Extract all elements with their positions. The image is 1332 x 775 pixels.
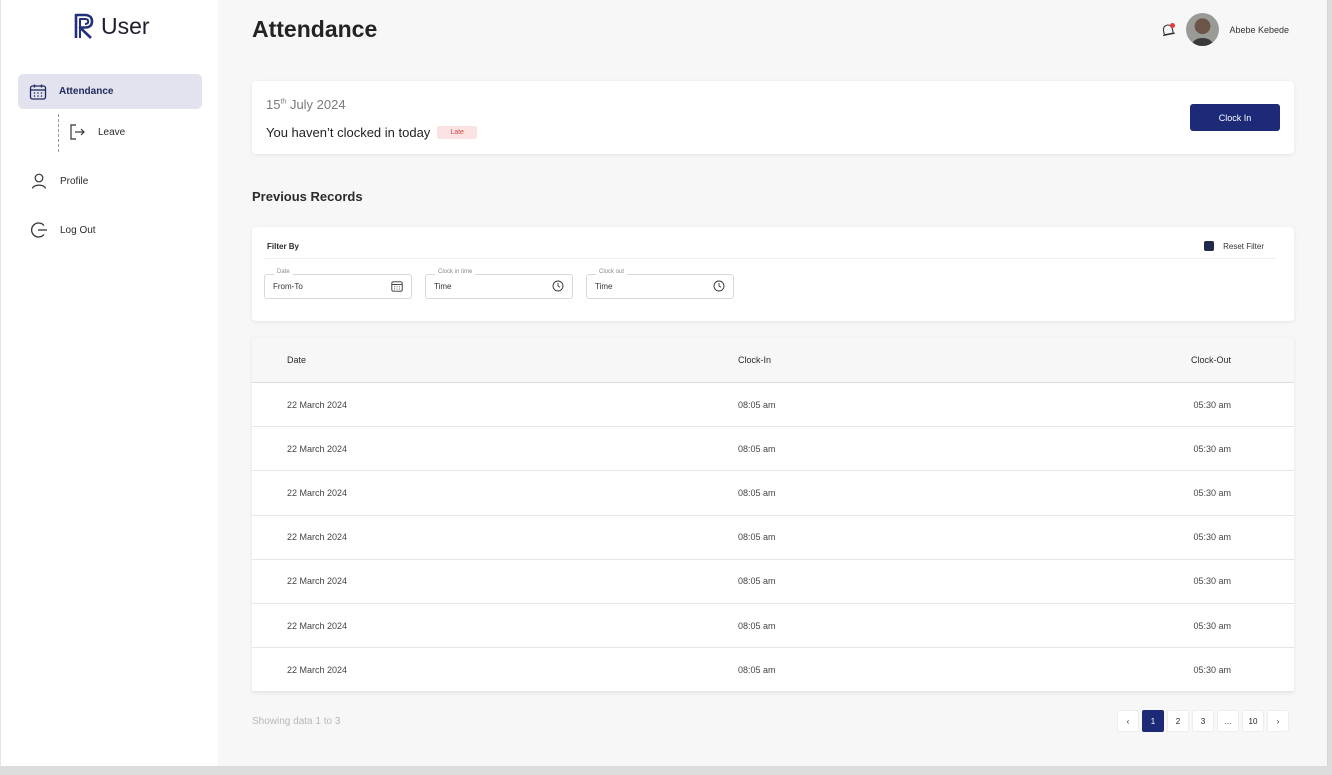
table-row[interactable]: 22 March 2024 08:05 am 05:30 am <box>252 560 1294 604</box>
user-name[interactable]: Abebe Kebede <box>1229 25 1289 35</box>
cell-date: 22 March 2024 <box>287 443 348 454</box>
sidebar-item-logout[interactable]: Log Out <box>30 221 96 239</box>
sidebar-item-leave[interactable]: Leave <box>68 123 125 141</box>
next-page-button[interactable]: › <box>1267 710 1289 732</box>
brand[interactable]: User <box>73 12 150 40</box>
cell-clock-in: 08:05 am <box>738 532 776 543</box>
today-date: 15th July 2024 <box>266 97 346 112</box>
field-label: Clock out <box>596 269 628 275</box>
cell-clock-in: 08:05 am <box>738 664 776 675</box>
column-header-clock-out[interactable]: Clock-Out <box>1138 355 1294 365</box>
sidebar-item-attendance[interactable]: Attendance <box>18 74 202 109</box>
table-row[interactable]: 22 March 2024 08:05 am 05:30 am <box>252 604 1294 649</box>
column-header-date[interactable]: Date <box>252 355 738 365</box>
cell-clock-in: 08:05 am <box>738 620 776 631</box>
cell-date: 22 March 2024 <box>287 399 348 410</box>
table-row[interactable]: 22 March 2024 08:05 am 05:30 am <box>252 516 1294 560</box>
cell-clock-out: 05:30 am <box>1193 664 1231 675</box>
page-button-10[interactable]: 10 <box>1242 710 1264 732</box>
column-header-clock-in[interactable]: Clock-In <box>738 355 1138 365</box>
table-row[interactable]: 22 March 2024 08:05 am 05:30 am <box>252 427 1294 472</box>
today-status-card: 15th July 2024 You haven’t clocked in to… <box>252 81 1294 154</box>
table-row[interactable]: 22 March 2024 08:05 am 05:30 am <box>252 383 1294 428</box>
cell-date: 22 March 2024 <box>287 487 348 498</box>
field-value: Time <box>434 282 452 291</box>
brand-logo-icon <box>74 13 94 39</box>
app-window: User Attendance Leave Profile Log Out At… <box>0 0 1328 766</box>
page-button-3[interactable]: 3 <box>1192 710 1214 732</box>
cell-date: 22 March 2024 <box>287 620 348 631</box>
clock-icon <box>552 280 564 294</box>
table-header: Date Clock-In Clock-Out <box>252 338 1294 383</box>
reset-filter-button[interactable]: Reset Filter <box>1204 241 1264 251</box>
cell-clock-out: 05:30 am <box>1193 620 1231 631</box>
field-value: From-To <box>273 282 303 291</box>
cell-clock-in: 08:05 am <box>738 487 776 498</box>
clock-out-time-field[interactable]: Clock out Time <box>586 269 734 299</box>
today-month-year: July 2024 <box>289 97 346 112</box>
sidebar-item-label: Log Out <box>60 224 96 236</box>
sidebar: User Attendance Leave Profile Log Out <box>0 0 218 766</box>
cell-clock-out: 05:30 am <box>1193 399 1231 410</box>
cell-date: 22 March 2024 <box>287 532 348 543</box>
page-button-1[interactable]: 1 <box>1142 710 1164 732</box>
page-ellipsis: ... <box>1217 710 1239 732</box>
reset-icon <box>1204 241 1215 251</box>
today-day-suffix: th <box>280 98 287 106</box>
cell-clock-in: 08:05 am <box>738 443 776 454</box>
sidebar-item-label: Profile <box>60 175 89 187</box>
page-button-2[interactable]: 2 <box>1167 710 1189 732</box>
field-label: Date <box>274 269 293 275</box>
leave-icon <box>68 123 86 141</box>
cell-clock-out: 05:30 am <box>1193 487 1231 498</box>
user-icon <box>30 172 48 190</box>
previous-records-title: Previous Records <box>252 189 363 204</box>
sidebar-item-label: Leave <box>98 126 126 138</box>
cell-clock-out: 05:30 am <box>1193 443 1231 454</box>
logout-icon <box>30 221 48 239</box>
clock-in-time-field[interactable]: Clock in time Time <box>425 269 573 299</box>
page-title: Attendance <box>252 16 378 42</box>
clock-status: You haven’t clocked in today Late <box>266 125 477 140</box>
today-day: 15 <box>266 97 281 112</box>
filter-panel: Filter By Reset Filter Date From-To Cloc… <box>252 227 1294 321</box>
sidebar-item-profile[interactable]: Profile <box>30 172 88 190</box>
cell-clock-in: 08:05 am <box>738 576 776 587</box>
sidebar-item-label: Attendance <box>59 86 114 97</box>
cell-clock-in: 08:05 am <box>738 399 776 410</box>
table-row[interactable]: 22 March 2024 08:05 am 05:30 am <box>252 471 1294 516</box>
avatar[interactable] <box>1186 13 1220 46</box>
date-range-field[interactable]: Date From-To <box>264 269 412 299</box>
status-badge: Late <box>437 126 477 139</box>
clock-status-message: You haven’t clocked in today <box>266 125 431 140</box>
submenu-connector <box>58 114 59 152</box>
table-row[interactable]: 22 March 2024 08:05 am 05:30 am <box>252 648 1294 693</box>
field-label: Clock in time <box>435 269 476 275</box>
calendar-icon <box>391 280 403 294</box>
cell-date: 22 March 2024 <box>287 576 348 587</box>
clock-icon <box>713 280 725 294</box>
showing-data-text: Showing data 1 to 3 <box>252 716 341 727</box>
user-menu: Abebe Kebede <box>1160 13 1289 46</box>
cell-clock-out: 05:30 am <box>1193 532 1231 543</box>
brand-name: User <box>101 12 150 39</box>
cell-date: 22 March 2024 <box>287 664 348 675</box>
calendar-icon <box>29 83 47 101</box>
prev-page-button[interactable]: ‹ <box>1117 710 1139 732</box>
cell-clock-out: 05:30 am <box>1193 576 1231 587</box>
records-table: Date Clock-In Clock-Out 22 March 2024 08:… <box>252 338 1294 693</box>
clock-in-button[interactable]: Clock In <box>1190 104 1280 131</box>
reset-filter-label: Reset Filter <box>1223 241 1264 251</box>
divider <box>265 258 1276 259</box>
pagination: ‹ 1 2 3 ... 10 › <box>1117 710 1289 732</box>
field-value: Time <box>595 282 613 291</box>
notification-bell-icon[interactable] <box>1160 22 1176 38</box>
filter-label: Filter By <box>267 242 300 251</box>
